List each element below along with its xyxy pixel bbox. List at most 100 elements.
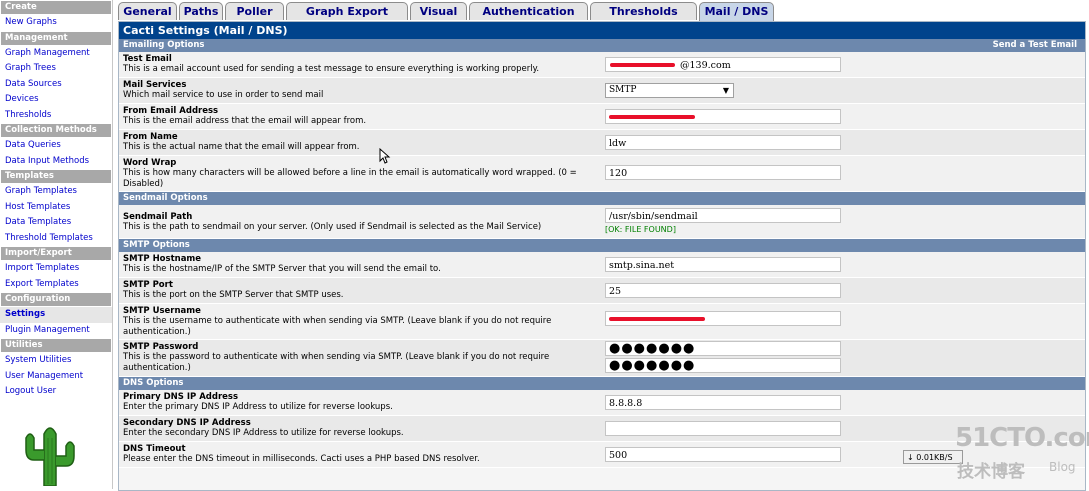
watermark: 51CTO.com 技术博客 Blog [955, 423, 1089, 483]
smtp-port-input[interactable]: 25 [605, 283, 841, 298]
from-email-input[interactable] [605, 109, 841, 124]
setting-label: DNS Timeout [123, 444, 186, 454]
setting-label: From Email Address [123, 106, 219, 116]
primary-dns-input[interactable]: 8.8.8.8 [605, 395, 841, 410]
setting-row-test-email: Test Email This is a email account used … [119, 52, 1085, 78]
setting-row-primary-dns: Primary DNS IP Address Enter the primary… [119, 390, 1085, 416]
sidebar-item-import-templates[interactable]: Import Templates [0, 261, 112, 277]
cacti-logo [25, 427, 75, 486]
section-title: SMTP Options [123, 240, 190, 250]
tab-authentication[interactable]: Authentication [469, 2, 588, 20]
tab-mail-dns[interactable]: Mail / DNS [699, 2, 774, 22]
dns-timeout-input[interactable]: 500 [605, 447, 841, 462]
section-title: Sendmail Options [123, 193, 208, 203]
sidebar-item-export-templates[interactable]: Export Templates [0, 277, 112, 293]
smtp-password-confirm-input[interactable]: ●●●●●●● [605, 358, 841, 373]
tab-paths[interactable]: Paths [179, 2, 223, 20]
sidebar-item-data-sources[interactable]: Data Sources [0, 77, 112, 93]
sidebar-item-thresholds[interactable]: Thresholds [0, 108, 112, 124]
sidebar-item-data-queries[interactable]: Data Queries [0, 138, 112, 154]
setting-row-mail-services: Mail Services Which mail service to use … [119, 78, 1085, 104]
sidebar-item-threshold-templates[interactable]: Threshold Templates [0, 231, 112, 247]
setting-description: Please enter the DNS timeout in millisec… [123, 454, 480, 464]
setting-row-smtp-username: SMTP Username This is the username to au… [119, 304, 1085, 340]
section-title: DNS Options [123, 378, 184, 388]
tab-general[interactable]: General [118, 2, 177, 20]
sidebar-section-header: Configuration [1, 293, 111, 306]
sidebar-section-header: Create [1, 1, 111, 14]
setting-label: Word Wrap [123, 158, 177, 168]
setting-description: This is the hostname/IP of the SMTP Serv… [123, 264, 441, 274]
setting-label: SMTP Port [123, 280, 173, 290]
test-email-input[interactable]: @139.com [605, 57, 841, 72]
sidebar-item-graph-templates[interactable]: Graph Templates [0, 184, 112, 200]
sidebar-section-header: Management [1, 31, 111, 45]
section-sendmail-options: Sendmail Options [119, 192, 1085, 205]
send-test-email-link[interactable]: Send a Test Email [993, 39, 1077, 52]
sidebar-item-logout-user[interactable]: Logout User [0, 384, 112, 400]
setting-row-secondary-dns: Secondary DNS IP Address Enter the secon… [119, 416, 1085, 442]
setting-row-from-email: From Email Address This is the email add… [119, 104, 1085, 130]
settings-panel: Cacti Settings (Mail / DNS) Emailing Opt… [118, 21, 1086, 491]
smtp-username-input[interactable] [605, 311, 841, 326]
sidebar-section-header: Templates [1, 170, 111, 183]
smtp-password-input[interactable]: ●●●●●●● [605, 341, 841, 356]
section-smtp-options: SMTP Options [119, 239, 1085, 252]
select-value: SMTP [609, 85, 637, 95]
sidebar-section-header: Utilities [1, 339, 111, 352]
setting-row-from-name: From Name This is the actual name that t… [119, 130, 1085, 156]
sidebar-item-user-management[interactable]: User Management [0, 369, 112, 385]
setting-description: Enter the secondary DNS IP Address to ut… [123, 428, 404, 438]
watermark-blog: Blog [1049, 460, 1076, 474]
tab-thresholds[interactable]: Thresholds [590, 2, 697, 20]
sidebar-section-header: Collection Methods [1, 124, 111, 137]
sidebar-item-host-templates[interactable]: Host Templates [0, 200, 112, 216]
setting-label: Secondary DNS IP Address [123, 418, 251, 428]
setting-description: Which mail service to use in order to se… [123, 90, 324, 100]
setting-row-smtp-password: SMTP Password This is the password to au… [119, 340, 1085, 377]
sidebar: Create New Graphs Management Graph Manageme… [0, 0, 113, 489]
redaction-mark [610, 63, 675, 67]
sidebar-item-data-templates[interactable]: Data Templates [0, 215, 112, 231]
setting-row-smtp-hostname: SMTP Hostname This is the hostname/IP of… [119, 252, 1085, 278]
setting-description: This is the password to authenticate wit… [123, 352, 550, 373]
tab-graph-export[interactable]: Graph Export [286, 2, 408, 20]
sidebar-item-graph-management[interactable]: Graph Management [0, 46, 112, 62]
tab-poller[interactable]: Poller [225, 2, 284, 20]
setting-description: This is a email account used for sending… [123, 64, 540, 74]
sidebar-item-data-input-methods[interactable]: Data Input Methods [0, 154, 112, 170]
mail-services-select[interactable]: SMTP ▼ [605, 83, 734, 98]
watermark-subtitle: 技术博客 [957, 462, 1025, 482]
setting-row-word-wrap: Word Wrap This is how many characters wi… [119, 156, 1085, 192]
sidebar-item-system-utilities[interactable]: System Utilities [0, 353, 112, 369]
setting-description: This is the email address that the email… [123, 116, 367, 126]
redaction-mark [609, 115, 695, 119]
section-dns-options: DNS Options [119, 377, 1085, 390]
sendmail-path-input[interactable]: /usr/sbin/sendmail [605, 208, 841, 223]
tab-visual[interactable]: Visual [410, 2, 467, 20]
file-status-text: [OK: FILE FOUND] [605, 225, 676, 234]
sidebar-section-header: Import/Export [1, 247, 111, 260]
sidebar-menu: Create New Graphs Management Graph Manageme… [0, 1, 112, 400]
sidebar-item-new-graphs[interactable]: New Graphs [0, 15, 112, 31]
setting-row-sendmail-path: Sendmail Path This is the path to sendma… [119, 205, 1085, 239]
sidebar-item-graph-trees[interactable]: Graph Trees [0, 61, 112, 77]
input-value: @139.com [680, 60, 731, 71]
setting-label: Sendmail Path [123, 212, 193, 222]
setting-description: This is the port on the SMTP Server that… [123, 290, 344, 300]
setting-label: From Name [123, 132, 178, 142]
secondary-dns-input[interactable] [605, 421, 841, 436]
setting-description: This is the actual name that the email w… [123, 142, 360, 152]
setting-row-smtp-port: SMTP Port This is the port on the SMTP S… [119, 278, 1085, 304]
word-wrap-input[interactable]: 120 [605, 165, 841, 180]
from-name-input[interactable]: ldw [605, 135, 841, 150]
sidebar-item-plugin-management[interactable]: Plugin Management [0, 323, 112, 339]
sidebar-item-devices[interactable]: Devices [0, 92, 112, 108]
sidebar-item-settings[interactable]: Settings [0, 307, 112, 323]
smtp-hostname-input[interactable]: smtp.sina.net [605, 257, 841, 272]
setting-description: Enter the primary DNS IP Address to util… [123, 402, 393, 412]
setting-label: Mail Services [123, 80, 187, 90]
section-emailing-options: Emailing Options Send a Test Email [119, 39, 1085, 52]
setting-label: Test Email [123, 54, 172, 64]
setting-description: This is the path to sendmail on your ser… [123, 222, 542, 232]
